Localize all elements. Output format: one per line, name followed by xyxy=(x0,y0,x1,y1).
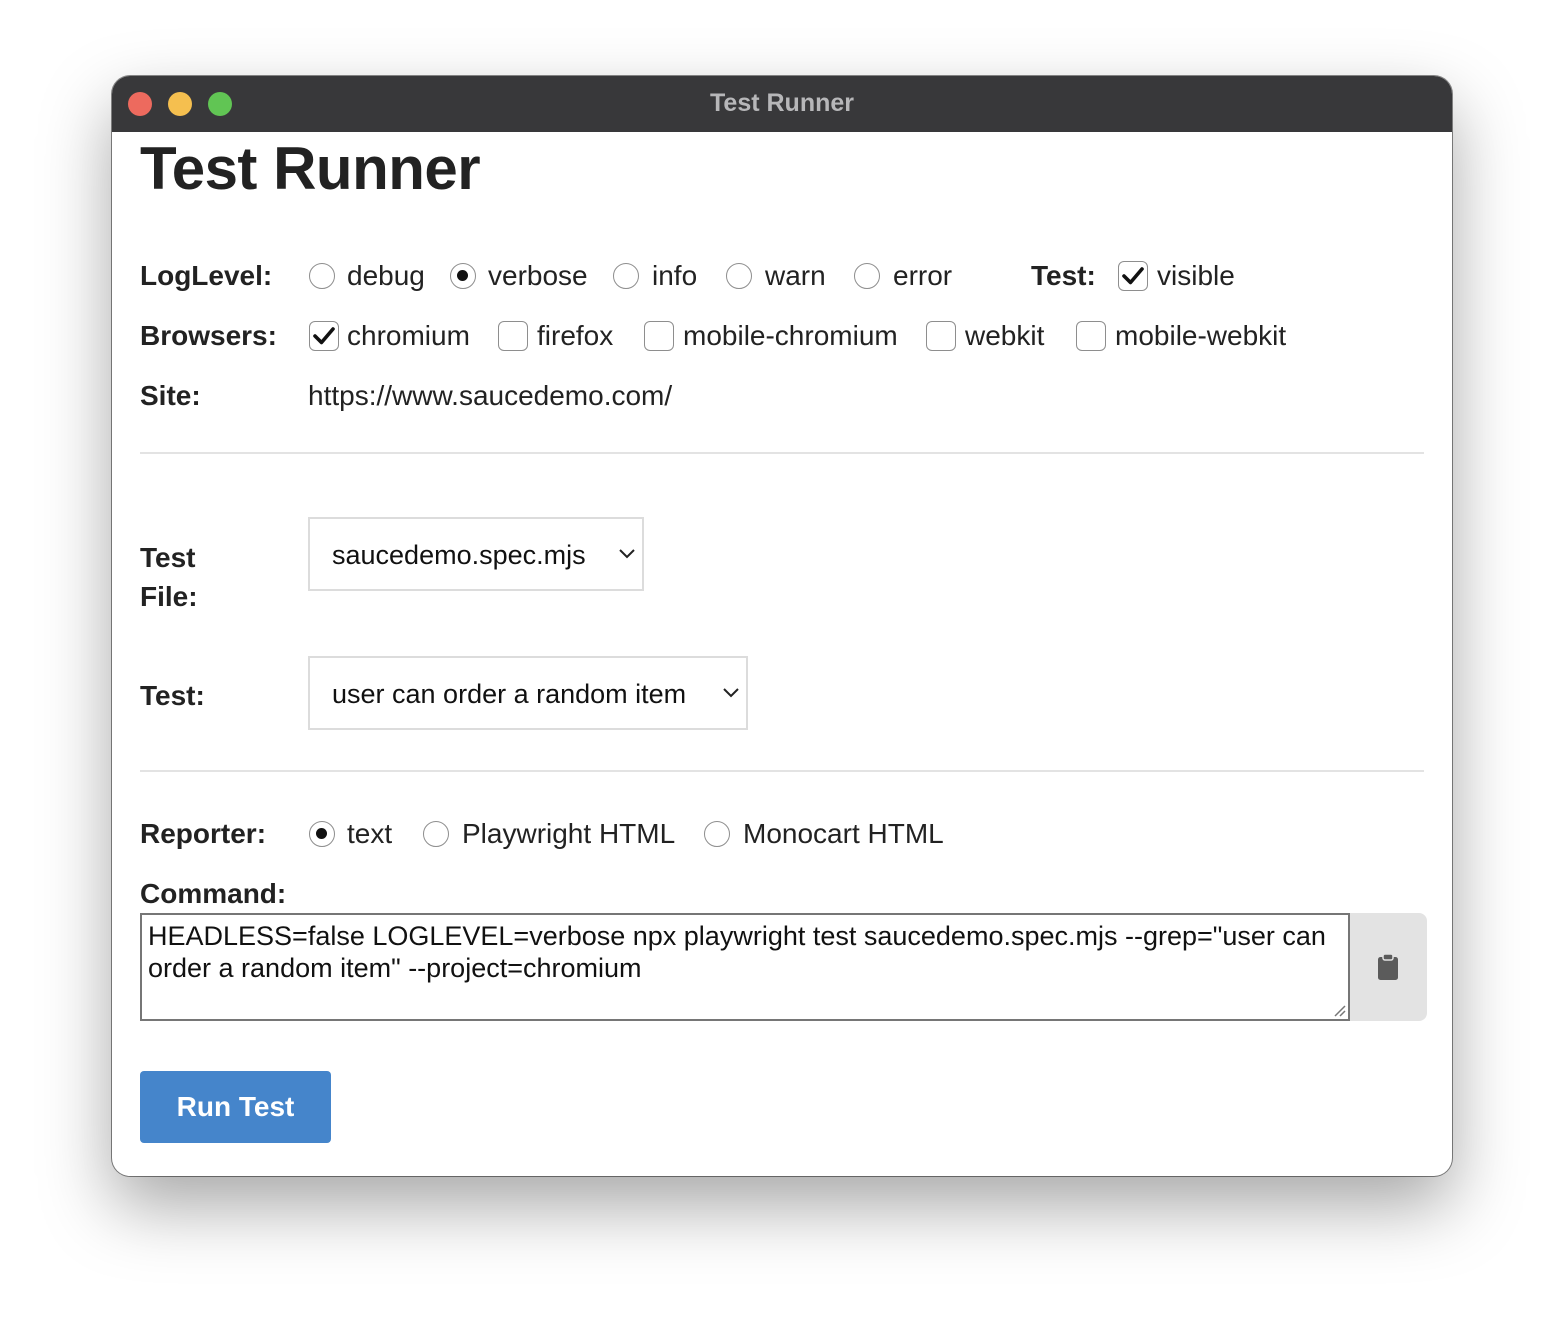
test-visibility-label: Test: xyxy=(1031,260,1096,291)
test-select[interactable]: user can order a random item xyxy=(308,656,748,730)
chevron-down-icon xyxy=(723,688,739,698)
checkmark-icon xyxy=(313,327,335,345)
reporter-option-label[interactable]: Monocart HTML xyxy=(743,818,944,850)
loglevel-radio-debug[interactable] xyxy=(309,263,335,289)
divider xyxy=(140,452,1424,454)
browser-checkbox-chromium[interactable] xyxy=(309,321,339,351)
browser-checkbox-mobile-chromium[interactable] xyxy=(644,321,674,351)
main-content: Test Runner LogLevel: debug verbose info… xyxy=(112,132,1452,1176)
visible-checkbox[interactable] xyxy=(1118,261,1148,291)
reporter-label: Reporter: xyxy=(140,818,267,849)
visible-checkbox-label[interactable]: visible xyxy=(1157,260,1235,292)
command-textarea[interactable]: HEADLESS=false LOGLEVEL=verbose npx play… xyxy=(140,913,1350,1021)
loglevel-radio-warn[interactable] xyxy=(726,263,752,289)
browser-checkbox-mobile-webkit[interactable] xyxy=(1076,321,1106,351)
run-test-button[interactable]: Run Test xyxy=(140,1071,331,1143)
loglevel-radio-error[interactable] xyxy=(854,263,880,289)
test-file-label: Test xyxy=(140,542,196,573)
checkmark-icon xyxy=(1122,267,1144,285)
page-title: Test Runner xyxy=(140,135,481,202)
title-bar: Test Runner xyxy=(112,76,1452,132)
test-file-select[interactable]: saucedemo.spec.mjs xyxy=(308,517,644,591)
clipboard-icon xyxy=(1378,953,1398,980)
reporter-option-label[interactable]: Playwright HTML xyxy=(462,818,675,850)
reporter-radio-monocart-html[interactable] xyxy=(704,821,730,847)
loglevel-option-label[interactable]: debug xyxy=(347,260,425,292)
browser-checkbox-label[interactable]: mobile-webkit xyxy=(1115,320,1286,352)
browser-checkbox-label[interactable]: chromium xyxy=(347,320,470,352)
site-url: https://www.saucedemo.com/ xyxy=(308,380,673,411)
site-label: Site: xyxy=(140,380,201,411)
loglevel-option-label[interactable]: error xyxy=(893,260,952,292)
loglevel-radio-info[interactable] xyxy=(613,263,639,289)
loglevel-option-label[interactable]: warn xyxy=(765,260,826,292)
copy-to-clipboard-button[interactable] xyxy=(1350,913,1427,1021)
browsers-label: Browsers: xyxy=(140,320,277,351)
test-select-value: user can order a random item xyxy=(332,679,687,709)
loglevel-radio-verbose[interactable] xyxy=(450,263,476,289)
loglevel-label: LogLevel: xyxy=(140,260,273,291)
loglevel-option-label[interactable]: info xyxy=(652,260,697,292)
browser-checkbox-label[interactable]: firefox xyxy=(537,320,613,352)
reporter-option-label[interactable]: text xyxy=(347,818,392,850)
test-label: Test: xyxy=(140,680,205,711)
chevron-down-icon xyxy=(619,549,635,559)
app-window: Test Runner Test Runner LogLevel: debug … xyxy=(112,76,1452,1176)
loglevel-option-label[interactable]: verbose xyxy=(488,260,588,292)
reporter-radio-playwright-html[interactable] xyxy=(423,821,449,847)
browser-checkbox-firefox[interactable] xyxy=(498,321,528,351)
test-file-select-value: saucedemo.spec.mjs xyxy=(332,540,586,570)
command-label: Command: xyxy=(140,878,287,909)
command-text: HEADLESS=false LOGLEVEL=verbose npx play… xyxy=(148,921,1326,983)
browser-checkbox-webkit[interactable] xyxy=(926,321,956,351)
test-file-label: File: xyxy=(140,581,198,612)
resize-grip-icon[interactable] xyxy=(1332,1003,1346,1017)
reporter-radio-text[interactable] xyxy=(309,821,335,847)
divider xyxy=(140,770,1424,772)
window-title: Test Runner xyxy=(710,89,854,117)
browser-checkbox-label[interactable]: webkit xyxy=(965,320,1044,352)
browser-checkbox-label[interactable]: mobile-chromium xyxy=(683,320,898,352)
